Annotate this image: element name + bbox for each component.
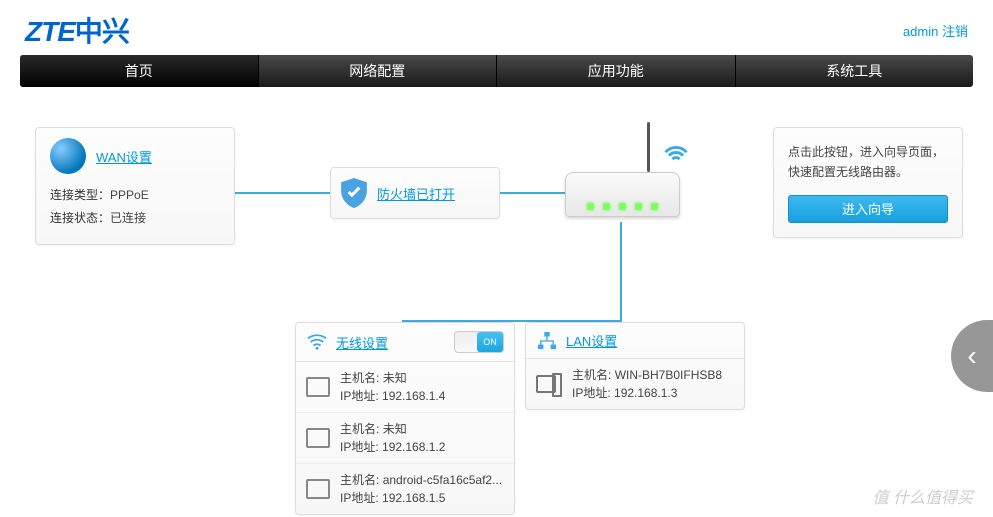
tab-network[interactable]: 网络配置 <box>259 55 498 87</box>
shield-icon <box>341 178 367 208</box>
led-icon <box>651 203 658 210</box>
tab-home[interactable]: 首页 <box>20 55 259 87</box>
lan-settings-link[interactable]: LAN设置 <box>566 331 734 350</box>
wifi-card: 无线设置 ON 主机名: 未知IP地址: 192.168.1.4 主机名: 未知… <box>295 322 515 515</box>
main-nav: 首页 网络配置 应用功能 系统工具 <box>20 55 973 87</box>
username[interactable]: admin <box>903 24 938 39</box>
logout-link[interactable]: 注销 <box>942 24 968 39</box>
connector-line <box>235 192 330 194</box>
wifi-toggle[interactable]: ON <box>454 331 504 353</box>
router-body <box>565 172 680 217</box>
router-graphic <box>565 122 695 242</box>
device-row[interactable]: 主机名: WIN-BH7B0IFHSB8IP地址: 192.168.1.3 <box>526 359 744 409</box>
wifi-icon <box>306 333 328 351</box>
guide-text: 点击此按钮，进入向导页面，快速配置无线路由器。 <box>788 142 948 183</box>
led-icon <box>587 203 594 210</box>
firewall-card: 防火墙已打开 <box>330 167 500 219</box>
watermark: 值 什么值得买 <box>873 484 973 508</box>
wifi-signal-icon <box>662 137 690 165</box>
guide-card: 点击此按钮，进入向导页面，快速配置无线路由器。 进入向导 <box>773 127 963 238</box>
wan-status-row: 连接状态：已连接 <box>50 207 220 230</box>
globe-icon <box>50 138 86 174</box>
brand-logo: ZTE中兴 <box>25 10 129 50</box>
guide-button[interactable]: 进入向导 <box>788 195 948 223</box>
network-icon <box>536 332 558 350</box>
desktop-icon <box>536 373 562 395</box>
wan-type-row: 连接类型：PPPoE <box>50 184 220 207</box>
laptop-icon <box>306 428 330 448</box>
antenna-icon <box>647 122 650 172</box>
device-row[interactable]: 主机名: android-c5fa16c5af2...IP地址: 192.168… <box>296 464 514 514</box>
wifi-settings-link[interactable]: 无线设置 <box>336 333 446 352</box>
laptop-icon <box>306 377 330 397</box>
firewall-link[interactable]: 防火墙已打开 <box>377 184 455 203</box>
lan-card: LAN设置 主机名: WIN-BH7B0IFHSB8IP地址: 192.168.… <box>525 322 745 410</box>
user-area: admin 注销 <box>903 21 968 40</box>
led-icon <box>635 203 642 210</box>
device-row[interactable]: 主机名: 未知IP地址: 192.168.1.2 <box>296 413 514 464</box>
led-icon <box>603 203 610 210</box>
tab-system[interactable]: 系统工具 <box>736 55 974 87</box>
wan-card: WAN设置 连接类型：PPPoE 连接状态：已连接 <box>35 127 235 245</box>
device-row[interactable]: 主机名: 未知IP地址: 192.168.1.4 <box>296 362 514 413</box>
tab-apps[interactable]: 应用功能 <box>497 55 736 87</box>
wan-settings-link[interactable]: WAN设置 <box>96 147 152 166</box>
connector-line <box>500 192 575 194</box>
led-icon <box>619 203 626 210</box>
laptop-icon <box>306 479 330 499</box>
